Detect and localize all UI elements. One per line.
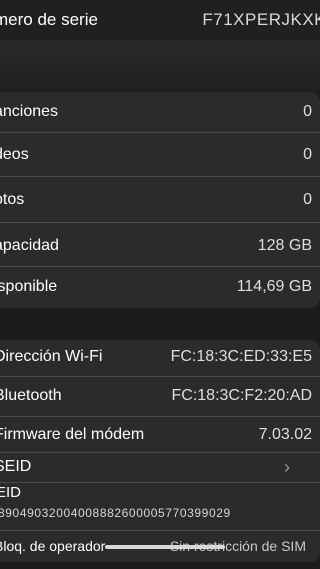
modem-firmware-label: Firmware del módem	[0, 426, 145, 443]
divider	[0, 482, 320, 483]
divider	[0, 266, 320, 267]
seid-row[interactable]: SEID ›	[0, 453, 320, 481]
divider	[0, 376, 320, 377]
carrier-lock-label: Bloq. de operador	[0, 538, 106, 554]
bluetooth-row[interactable]: Bluetooth FC:18:3C:F2:20:AD	[0, 378, 320, 414]
songs-label: anciones	[0, 103, 59, 120]
bluetooth-label: Bluetooth	[0, 387, 62, 404]
eid-label: EID	[0, 484, 22, 501]
section-gap	[0, 40, 320, 92]
wifi-address-value: FC:18:3C:ED:33:E5	[170, 348, 312, 365]
chevron-right-icon: ›	[284, 456, 290, 477]
bluetooth-value: FC:18:3C:F2:20:AD	[171, 387, 313, 404]
divider	[0, 530, 320, 531]
videos-label: deos	[0, 146, 29, 163]
songs-value: 0	[303, 103, 312, 120]
available-value: 114,69 GB	[236, 278, 312, 295]
serial-number-row[interactable]: mero de serie F71XPERJKXK	[0, 0, 320, 40]
modem-firmware-row[interactable]: Firmware del módem 7.03.02	[0, 418, 320, 452]
serial-number-value: F71XPERJKXK	[202, 10, 320, 29]
network-group: Dirección Wi-Fi FC:18:3C:ED:33:E5 Blueto…	[0, 340, 320, 562]
wifi-address-row[interactable]: Dirección Wi-Fi FC:18:3C:ED:33:E5	[0, 340, 320, 374]
available-row: isponible 114,69 GB	[0, 268, 320, 306]
photos-label: otos	[0, 191, 25, 208]
capacity-value: 128 GB	[257, 237, 312, 254]
eid-value: 89049032004008882600005770399029	[0, 506, 231, 520]
divider	[0, 176, 320, 177]
capacity-label: apacidad	[0, 237, 59, 254]
capacity-row: apacidad 128 GB	[0, 226, 320, 266]
available-label: isponible	[0, 278, 58, 295]
divider	[0, 416, 320, 417]
serial-number-label: mero de serie	[0, 10, 98, 29]
home-indicator[interactable]	[105, 545, 225, 549]
seid-label: SEID	[0, 458, 32, 475]
videos-value: 0	[303, 146, 312, 163]
divider	[0, 222, 320, 223]
photos-row: otos 0	[0, 180, 320, 220]
wifi-address-label: Dirección Wi-Fi	[0, 348, 103, 365]
videos-row: deos 0	[0, 136, 320, 174]
photos-value: 0	[303, 191, 312, 208]
eid-row[interactable]: EID 89049032004008882600005770399029	[0, 484, 320, 530]
divider	[0, 132, 320, 133]
modem-firmware-value: 7.03.02	[258, 426, 312, 443]
songs-row: anciones 0	[0, 94, 320, 130]
stats-group: anciones 0 deos 0 otos 0 apacidad 128 GB…	[0, 92, 320, 308]
